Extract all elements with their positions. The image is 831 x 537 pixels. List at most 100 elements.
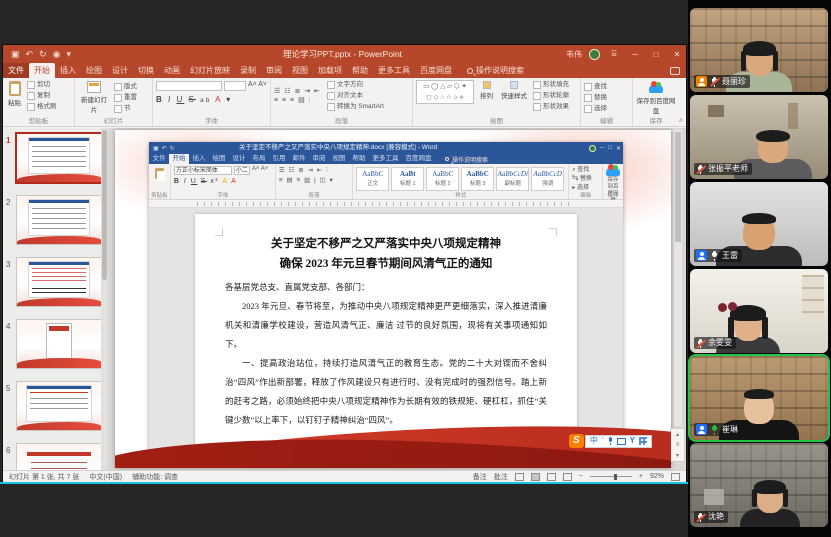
ribbon-display-options-icon[interactable]: ⌸ [607,49,621,59]
word-font-name-box[interactable]: 方正小标宋简体 [174,166,232,175]
word-tab-review[interactable]: 审阅 [309,154,329,164]
word-tell-me-search[interactable]: 操作说明搜索 [445,155,488,164]
menu-grid-icon[interactable] [639,437,647,445]
bullets-numbering-icons[interactable]: ☰ ☷ ≣ ⇥ ⇤ [274,87,321,95]
canvas-scrollbar[interactable] [674,130,682,426]
next-slide-icon[interactable]: ▾ [676,452,679,459]
zoom-out-icon[interactable]: − [579,473,583,480]
ppt-tab-addins[interactable]: 加载项 [313,63,347,78]
participant-video-6[interactable]: 沈艳 [690,443,828,527]
ppt-user-avatar[interactable] [589,49,600,60]
zoom-level[interactable]: 92% [650,473,664,480]
thumbnail-scrollbar[interactable] [101,128,108,470]
word-tab-help[interactable]: 帮助 [349,154,369,164]
zoom-in-icon[interactable]: + [639,473,643,480]
slide-thumbnail-6[interactable] [17,444,101,470]
style-subtitle[interactable]: AaBbCcDi副标题 [496,167,529,191]
word-align-icons[interactable]: ≡ ▤ ≡ ▥ | ◫ ▾ [279,176,349,186]
style-normal[interactable]: AaBbC正文 [356,167,389,191]
word-font-size-box[interactable]: 小二 [234,166,250,175]
word-grow-shrink-font[interactable]: A˄ A˅ [252,166,268,175]
slide-thumbnail-3[interactable] [17,258,101,306]
redo-icon[interactable]: ↻ [39,49,47,60]
word-tab-insert[interactable]: 插入 [189,154,209,164]
ppt-tab-view[interactable]: 视图 [287,63,313,78]
copy-button[interactable]: 复制 [27,91,57,101]
comments-button[interactable]: 批注 [494,472,508,482]
slideshow-view-icon[interactable] [563,473,572,481]
shape-outline-button[interactable]: 形状轮廓 [533,91,569,101]
style-heading2[interactable]: AaBbC标题 2 [426,167,459,191]
undo-icon[interactable]: ↶ [26,49,34,60]
accessibility-status[interactable]: 辅助功能: 调查 [132,472,178,482]
ppt-tab-record[interactable]: 录制 [235,63,261,78]
ppt-tab-review[interactable]: 审阅 [261,63,287,78]
format-painter-button[interactable]: 格式刷 [27,102,57,112]
slide-thumbnail-2[interactable] [17,196,101,244]
word-baidu-netdisk-icon[interactable] [606,167,620,176]
minimize-button[interactable]: ─ [628,50,642,59]
word-minimize-icon[interactable]: ─ [600,145,604,151]
slide-nav-buttons[interactable]: ▴ ≡ ▾ [670,428,685,462]
word-list-icons[interactable]: ☰ ☷ ≣ ⇥ ⇤ ⫶ [279,166,349,176]
text-direction-button[interactable]: 文字方向 [327,80,384,90]
word-font-format-buttons[interactable]: B I U S x² A A [174,178,272,185]
word-ruler[interactable] [149,200,623,208]
slide-sorter-view-icon[interactable] [531,473,540,481]
save-to-baidu-button[interactable]: 保存到百度网盘 [636,82,676,116]
word-quick-access-toolbar[interactable]: ▣ ↶ ↻ [153,145,175,152]
word-find-button[interactable]: ⌕ 查找 [572,166,599,175]
grow-shrink-font-icons[interactable]: A˄ A˅ [248,81,267,91]
shapes-gallery[interactable]: ▭ ◯ △ ▱ ⬡ ✦◻ ◇ ○ ☆ ⌂ ⟡ [416,80,474,104]
sogou-logo-icon[interactable]: S [569,434,584,448]
participant-video-3[interactable]: 王雷 [690,182,828,266]
word-tab-file[interactable]: 文件 [149,154,169,164]
notes-button[interactable]: 备注 [473,472,487,482]
fit-to-window-icon[interactable] [671,473,680,481]
ppt-tab-baidupan[interactable]: 百度网盘 [415,63,457,78]
ppt-tab-slideshow[interactable]: 幻灯片放映 [185,63,235,78]
paste-button[interactable]: 粘贴 [6,80,23,112]
font-name-box[interactable] [156,81,222,91]
shape-fill-button[interactable]: 形状填充 [533,80,569,90]
reading-view-icon[interactable] [547,473,556,481]
word-restore-icon[interactable]: □ [608,145,612,151]
cut-button[interactable]: 剪切 [27,80,57,90]
align-text-button[interactable]: 对齐文本 [327,91,384,101]
voice-input-icon[interactable] [608,437,613,445]
word-tab-home[interactable]: 开始 [169,154,189,164]
word-undo-icon[interactable]: ↶ [162,145,167,152]
align-icons[interactable]: ≡ ≡ ≡ ▤ ⫶ [274,96,321,105]
tell-me-search[interactable]: 操作说明搜索 [467,65,524,78]
reset-button[interactable]: 重置 [114,93,137,103]
participant-video-5[interactable]: 崔琳 [690,356,828,440]
word-tab-references[interactable]: 引用 [269,154,289,164]
word-replace-button[interactable]: ↹ 替换 [572,175,599,184]
layout-button[interactable]: 版式 [114,82,137,92]
close-button[interactable]: ✕ [670,50,684,59]
word-redo-icon[interactable]: ↻ [170,145,175,152]
replace-button[interactable]: 替换 [584,93,629,103]
word-user-avatar[interactable] [589,145,596,152]
ppt-tab-design[interactable]: 设计 [107,63,133,78]
new-slide-button[interactable]: 新建幻灯片 [78,80,110,115]
normal-view-icon[interactable] [515,473,524,481]
ppt-tab-transitions[interactable]: 切换 [133,63,159,78]
participant-video-1[interactable]: 聂丽珍 [690,8,828,92]
punctuation-icon[interactable]: ’ [602,435,604,447]
ppt-tab-moretools[interactable]: 更多工具 [373,63,415,78]
participant-video-2[interactable]: 张振平老师 [690,95,828,179]
word-tab-mailings[interactable]: 邮件 [289,154,309,164]
smartart-button[interactable]: 转换为 SmartArt [327,102,384,112]
ppt-tab-home[interactable]: 开始 [29,63,55,78]
style-heading1[interactable]: AaBt标题 1 [391,167,424,191]
restore-button[interactable]: □ [649,50,663,59]
word-tab-design[interactable]: 设计 [229,154,249,164]
word-tab-draw[interactable]: 绘图 [209,154,229,164]
ppt-tab-draw[interactable]: 绘图 [81,63,107,78]
qat-more-icon[interactable]: ▾ [66,49,71,60]
input-mode-chinese[interactable]: 中 [590,435,598,447]
ppt-tab-file[interactable]: 文件 [3,63,29,78]
zoom-slider[interactable] [590,476,632,477]
previous-slide-icon[interactable]: ▴ [676,431,679,438]
